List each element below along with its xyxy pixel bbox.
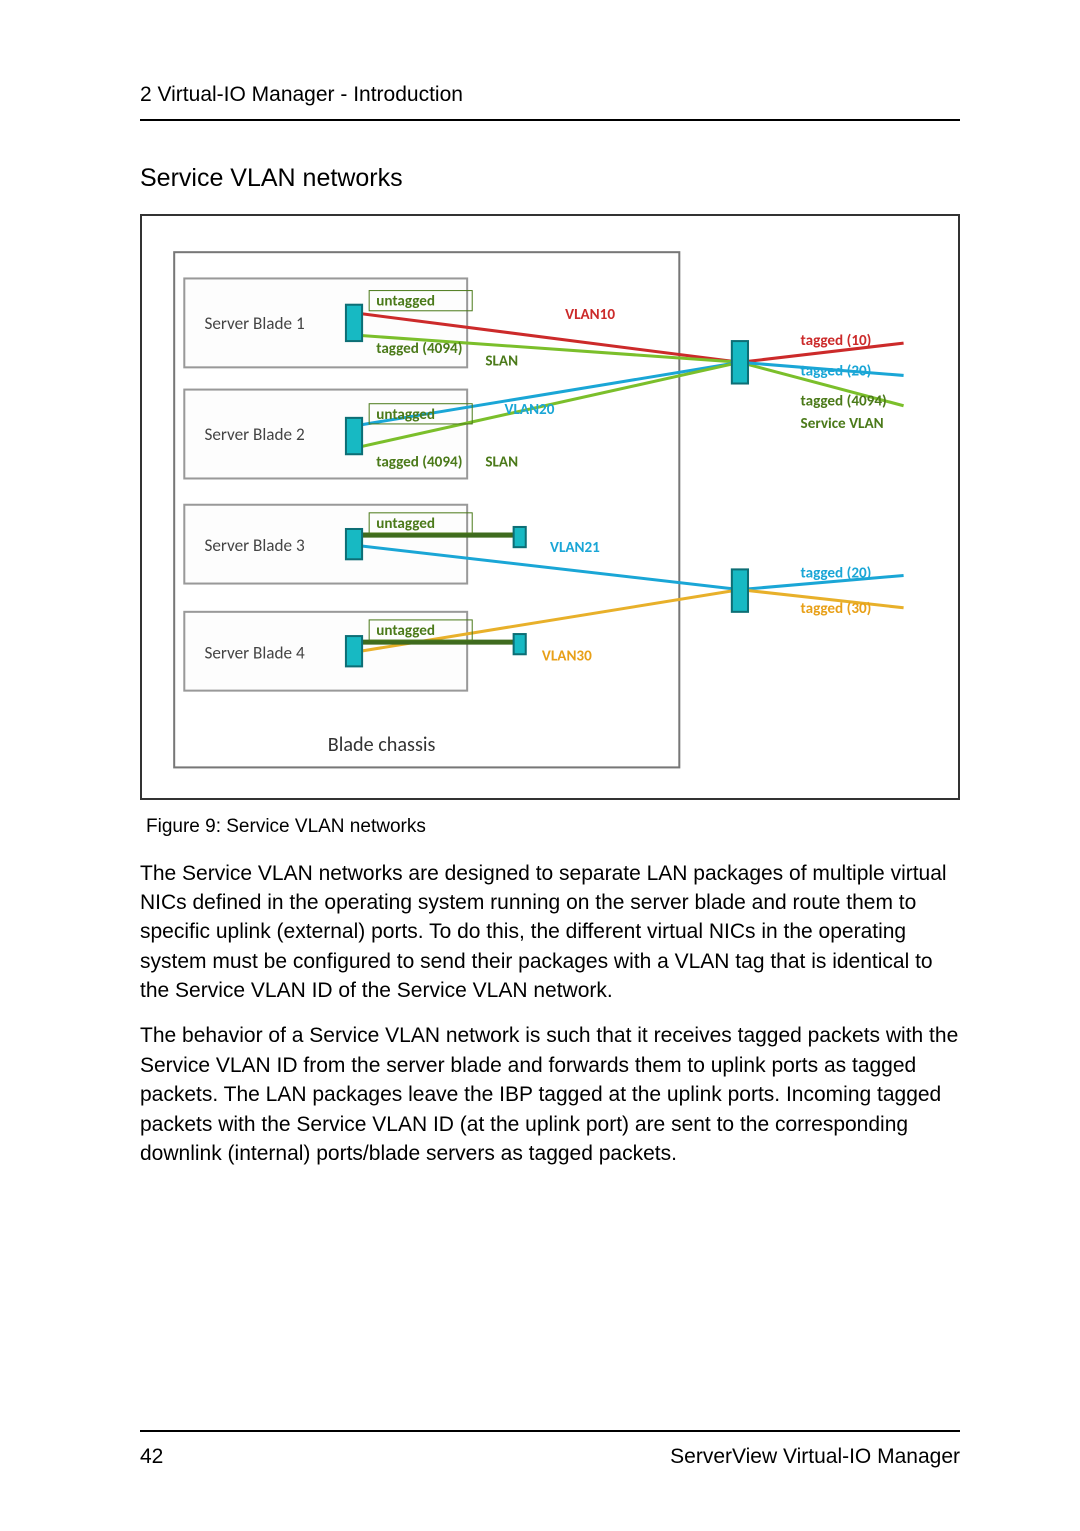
tagged20a: tagged (20): [801, 363, 872, 381]
vlan30-label: VLAN30: [542, 648, 592, 666]
product-name: ServerView Virtual-IO Manager: [670, 1442, 960, 1471]
page-number: 42: [140, 1442, 163, 1471]
b2-tagged4094: tagged (4094): [376, 454, 462, 472]
blade1-label: Server Blade 1: [204, 313, 304, 334]
b1-tagged4094: tagged (4094): [376, 341, 462, 359]
b1-slan: SLAN: [485, 353, 518, 371]
page-footer: 42 ServerView Virtual-IO Manager: [140, 1430, 960, 1471]
b2-slan: SLAN: [485, 454, 518, 472]
b1-untagged: untagged: [376, 293, 435, 311]
b4-untagged: untagged: [376, 622, 435, 640]
blade3-label: Server Blade 3: [204, 536, 304, 557]
chapter-header: 2 Virtual-IO Manager - Introduction: [140, 80, 960, 121]
paragraph-1: The Service VLAN networks are designed t…: [140, 859, 960, 1006]
tagged4094-uplink: tagged (4094): [801, 393, 887, 411]
blade2-label: Server Blade 2: [204, 424, 304, 445]
figure-caption: Figure 9: Service VLAN networks: [146, 814, 960, 841]
service-vlan-diagram: Blade chassis Server Blade 1 Server Blad…: [156, 234, 944, 780]
vlan20-label: VLAN20: [505, 401, 555, 419]
chassis-label: Blade chassis: [328, 734, 436, 758]
b2-untagged: untagged: [376, 406, 435, 424]
vlan21-label: VLAN21: [550, 540, 600, 558]
figure-9: Blade chassis Server Blade 1 Server Blad…: [140, 214, 960, 800]
blade4-label: Server Blade 4: [204, 643, 304, 664]
paragraph-2: The behavior of a Service VLAN network i…: [140, 1021, 960, 1168]
tagged10: tagged (10): [801, 333, 872, 351]
tagged20b: tagged (20): [801, 565, 872, 583]
svcvlan: Service VLAN: [801, 415, 884, 433]
vlan10-label: VLAN10: [565, 306, 615, 324]
section-title: Service VLAN networks: [140, 161, 960, 196]
b3-untagged: untagged: [376, 515, 435, 533]
tagged30: tagged (30): [801, 600, 872, 618]
